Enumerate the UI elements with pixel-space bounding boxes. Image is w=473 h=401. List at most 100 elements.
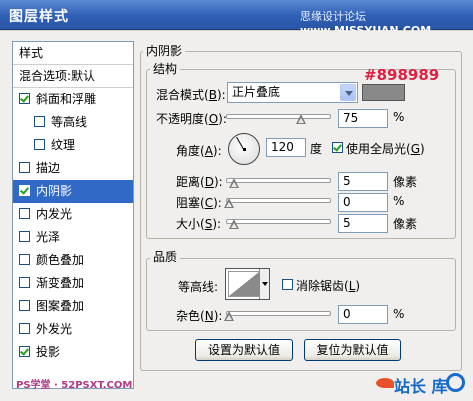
antialias-checkbox[interactable] [282, 279, 293, 290]
brand-main: 站长 [394, 377, 427, 396]
distance-input[interactable]: 5 [338, 172, 388, 191]
noise-slider-track[interactable] [226, 311, 331, 316]
window-title: 图层样式 [9, 9, 69, 25]
angle-unit: 度 [310, 142, 323, 156]
quality-title: 品质 [150, 248, 181, 265]
antialias-label[interactable]: 消除锯齿(L) [296, 277, 360, 294]
size-hotkey: S [204, 217, 213, 231]
contour-picker[interactable] [225, 268, 270, 300]
color-hex-annotation: #898989 [364, 66, 440, 84]
angle-hotkey: A [204, 144, 213, 158]
antialias-hotkey: L [348, 279, 356, 293]
style-item-label: 等高线 [51, 115, 88, 129]
choke-slider-track[interactable] [226, 198, 331, 203]
style-item-checkbox[interactable] [19, 208, 30, 219]
inner-shadow-title: 内阴影 [143, 42, 186, 59]
style-item-checkbox[interactable] [19, 185, 30, 196]
distance-label: 距离(D): [176, 175, 223, 189]
distance-slider-track[interactable] [226, 178, 331, 183]
structure-title: 结构 [150, 60, 181, 77]
opacity-slider-thumb[interactable] [296, 114, 306, 125]
angle-input[interactable]: 120 [266, 138, 306, 157]
angle-label: 角度(A): [176, 144, 222, 158]
chevron-down-icon[interactable] [259, 269, 269, 299]
style-list-header-label: 样式 [19, 46, 44, 60]
noise-label: 杂色(N): [176, 309, 223, 323]
choke-unit: % [393, 194, 405, 208]
opacity-input[interactable]: 75 [338, 109, 388, 128]
style-item-label: 光泽 [36, 230, 61, 244]
global-light-label[interactable]: 使用全局光(G) [346, 140, 425, 157]
angle-dial-hand [236, 136, 244, 150]
style-item[interactable]: 光泽 [13, 226, 133, 249]
reset-default-button[interactable]: 复位为默认值 [304, 339, 401, 361]
style-item[interactable]: 斜面和浮雕 [13, 88, 133, 111]
style-item[interactable]: 内发光 [13, 203, 133, 226]
choke-slider-thumb[interactable] [224, 198, 234, 209]
blend-mode-select[interactable]: 正片叠底 [227, 82, 358, 103]
style-item[interactable]: 描边 [13, 157, 133, 180]
style-item-checkbox[interactable] [19, 162, 30, 173]
choke-input[interactable]: 0 [338, 193, 388, 212]
opacity-label-text: 不透明度 [156, 112, 205, 126]
style-item[interactable]: 外发光 [13, 318, 133, 341]
shadow-color-swatch[interactable] [362, 84, 405, 101]
opacity-slider-track[interactable] [226, 114, 331, 119]
global-light-checkbox[interactable] [332, 142, 343, 153]
size-input[interactable]: 5 [338, 214, 388, 233]
size-slider-thumb[interactable] [229, 219, 239, 230]
blend-mode-hotkey: B [208, 88, 217, 102]
style-item-checkbox[interactable] [34, 116, 45, 127]
noise-slider-thumb[interactable] [224, 311, 234, 322]
style-item-checkbox[interactable] [19, 231, 30, 242]
style-item[interactable]: 颜色叠加 [13, 249, 133, 272]
noise-hotkey: N [204, 309, 214, 323]
style-item-checkbox[interactable] [19, 254, 30, 265]
bird-icon [376, 378, 394, 388]
style-item-checkbox[interactable] [19, 323, 30, 334]
style-item[interactable]: 投影 [13, 341, 133, 364]
angle-dial[interactable] [228, 133, 260, 165]
brand-text: 站长 库 [394, 373, 448, 397]
style-item-label: 图案叠加 [36, 299, 85, 313]
style-item-checkbox[interactable] [19, 277, 30, 288]
choke-label-text: 阻塞 [176, 196, 201, 210]
global-light-label-text: 使用全局光 [346, 142, 407, 156]
style-item-label: 纹理 [51, 138, 76, 152]
size-slider-track[interactable] [226, 219, 331, 224]
contour-label: 等高线: [178, 280, 219, 294]
brand-ring-icon [446, 373, 465, 392]
noise-unit: % [393, 307, 405, 321]
distance-slider-thumb[interactable] [229, 178, 239, 189]
style-item-checkbox[interactable] [19, 346, 30, 357]
blend-mode-value: 正片叠底 [232, 85, 281, 99]
style-item[interactable]: 纹理 [13, 134, 133, 157]
contour-preview [228, 271, 260, 297]
footer-watermark: PS学堂 · 52PSXT.COM [16, 380, 133, 391]
style-item-checkbox[interactable] [19, 93, 30, 104]
blend-options-item[interactable]: 混合选项:默认 [13, 65, 133, 88]
style-item[interactable]: 内阴影 [13, 180, 133, 203]
blend-mode-label-text: 混合模式 [156, 88, 205, 102]
style-item-label: 颜色叠加 [36, 253, 85, 267]
style-item-label: 斜面和浮雕 [36, 92, 97, 106]
noise-input[interactable]: 0 [338, 305, 388, 324]
style-item[interactable]: 图案叠加 [13, 295, 133, 318]
opacity-hotkey: O [208, 112, 219, 126]
blend-options-label: 混合选项:默认 [19, 69, 96, 83]
style-item[interactable]: 渐变叠加 [13, 272, 133, 295]
style-item-checkbox[interactable] [34, 139, 45, 150]
distance-hotkey: D [204, 175, 214, 189]
size-label-text: 大小 [176, 217, 201, 231]
style-item-label: 内阴影 [36, 184, 73, 198]
opacity-unit: % [393, 110, 405, 124]
style-item[interactable]: 等高线 [13, 111, 133, 134]
size-label: 大小(S): [176, 217, 222, 231]
style-item-checkbox[interactable] [19, 300, 30, 311]
watermark-cn: 思缘设计论坛 [300, 10, 366, 23]
chevron-down-icon[interactable] [340, 84, 356, 101]
set-default-button[interactable]: 设置为默认值 [195, 339, 293, 361]
choke-label: 阻塞(C): [176, 196, 222, 210]
style-item-label: 内发光 [36, 207, 73, 221]
style-list-header[interactable]: 样式 [13, 42, 133, 65]
